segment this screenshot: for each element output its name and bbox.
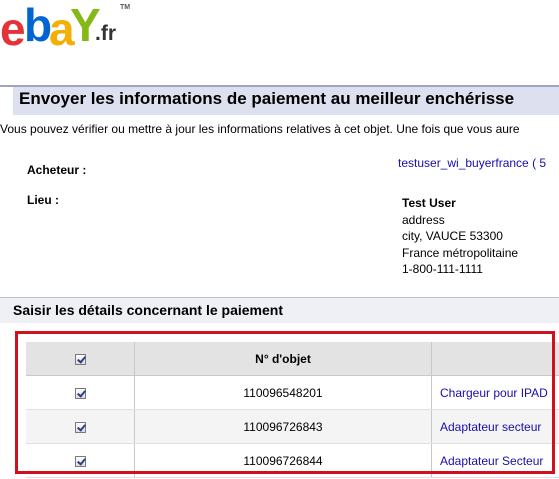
logo-trademark: TM [120, 4, 131, 11]
highlight-box [15, 331, 555, 474]
buyer-link[interactable]: testuser_wi_buyerfrance ( 5 [398, 156, 546, 170]
address-line-1: address [402, 212, 445, 227]
logo-suffix: .fr [95, 22, 116, 45]
shipping-address: Test User address city, VAUCE 53300 Fran… [402, 195, 518, 278]
buyer-label: Acheteur : [27, 163, 87, 177]
logo-letter-b: b [24, 0, 52, 51]
logo-letter-a: a [49, 3, 75, 55]
address-name: Test User [402, 196, 456, 210]
address-phone: 1-800-111-1111 [402, 262, 483, 276]
place-label: Lieu : [27, 193, 59, 207]
address-line-3: France métropolitaine [402, 245, 519, 260]
logo-letter-e: e [0, 3, 26, 55]
section-title: Saisir les détails concernant le paiemen… [13, 302, 283, 318]
intro-text: Vous pouvez vérifier ou mettre à jour le… [0, 122, 520, 136]
page-title: Envoyer les informations de paiement au … [19, 89, 515, 108]
logo-letter-y: Y [70, 0, 101, 51]
ebay-logo[interactable]: e b a Y .fr TM [0, 0, 140, 52]
title-bar-accent [0, 87, 13, 115]
address-line-2: city, VAUCE 53300 [402, 229, 503, 243]
